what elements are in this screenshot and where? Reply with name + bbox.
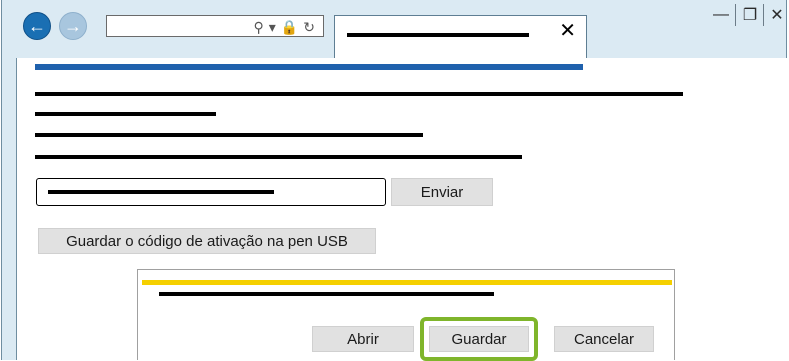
close-icon[interactable]: ✕ xyxy=(559,21,576,41)
browser-tab[interactable]: ✕ xyxy=(334,15,587,58)
close-icon[interactable]: ✕ xyxy=(766,4,788,26)
arrow-left-icon: ← xyxy=(28,16,46,36)
open-button[interactable]: Abrir xyxy=(312,326,414,352)
maximize-icon[interactable]: ❐ xyxy=(739,4,761,26)
address-bar-icons: ⚲ ▾ 🔒 ↻ xyxy=(254,17,315,37)
activation-code-input[interactable] xyxy=(36,178,386,206)
save-dialog: Abrir Guardar Cancelar xyxy=(137,269,675,361)
title-bar: ← → ⚲ ▾ 🔒 ↻ ✕ — ❐ ✕ xyxy=(2,0,786,58)
window-control-divider xyxy=(763,4,764,26)
lock-icon: 🔒 xyxy=(280,19,299,35)
forward-button[interactable]: → xyxy=(59,12,87,40)
arrow-right-icon: → xyxy=(64,16,82,36)
text-line xyxy=(35,155,522,159)
dialog-text xyxy=(159,292,494,296)
text-line xyxy=(35,133,423,137)
page-header-bar xyxy=(35,64,583,70)
dialog-header-bar xyxy=(142,280,672,285)
minimize-icon[interactable]: — xyxy=(710,4,732,26)
search-icon[interactable]: ⚲ xyxy=(254,20,264,34)
window-control-divider xyxy=(735,4,736,26)
cancel-button[interactable]: Cancelar xyxy=(554,326,654,352)
page-content: Enviar Guardar o código de ativação na p… xyxy=(16,58,788,361)
address-bar[interactable]: ⚲ ▾ 🔒 ↻ xyxy=(106,15,324,37)
text-line xyxy=(35,92,683,96)
input-value xyxy=(48,190,274,194)
save-button[interactable]: Guardar xyxy=(429,326,529,352)
tab-title xyxy=(347,33,529,37)
dropdown-icon[interactable]: ▾ xyxy=(269,20,276,34)
browser-window: ← → ⚲ ▾ 🔒 ↻ ✕ — ❐ ✕ Enviar Guardar o cód… xyxy=(1,0,788,361)
refresh-icon[interactable]: ↻ xyxy=(303,20,315,34)
send-button[interactable]: Enviar xyxy=(391,178,493,206)
back-button[interactable]: ← xyxy=(23,12,51,40)
save-to-usb-button[interactable]: Guardar o código de ativação na pen USB xyxy=(38,228,376,254)
text-line xyxy=(35,112,216,116)
